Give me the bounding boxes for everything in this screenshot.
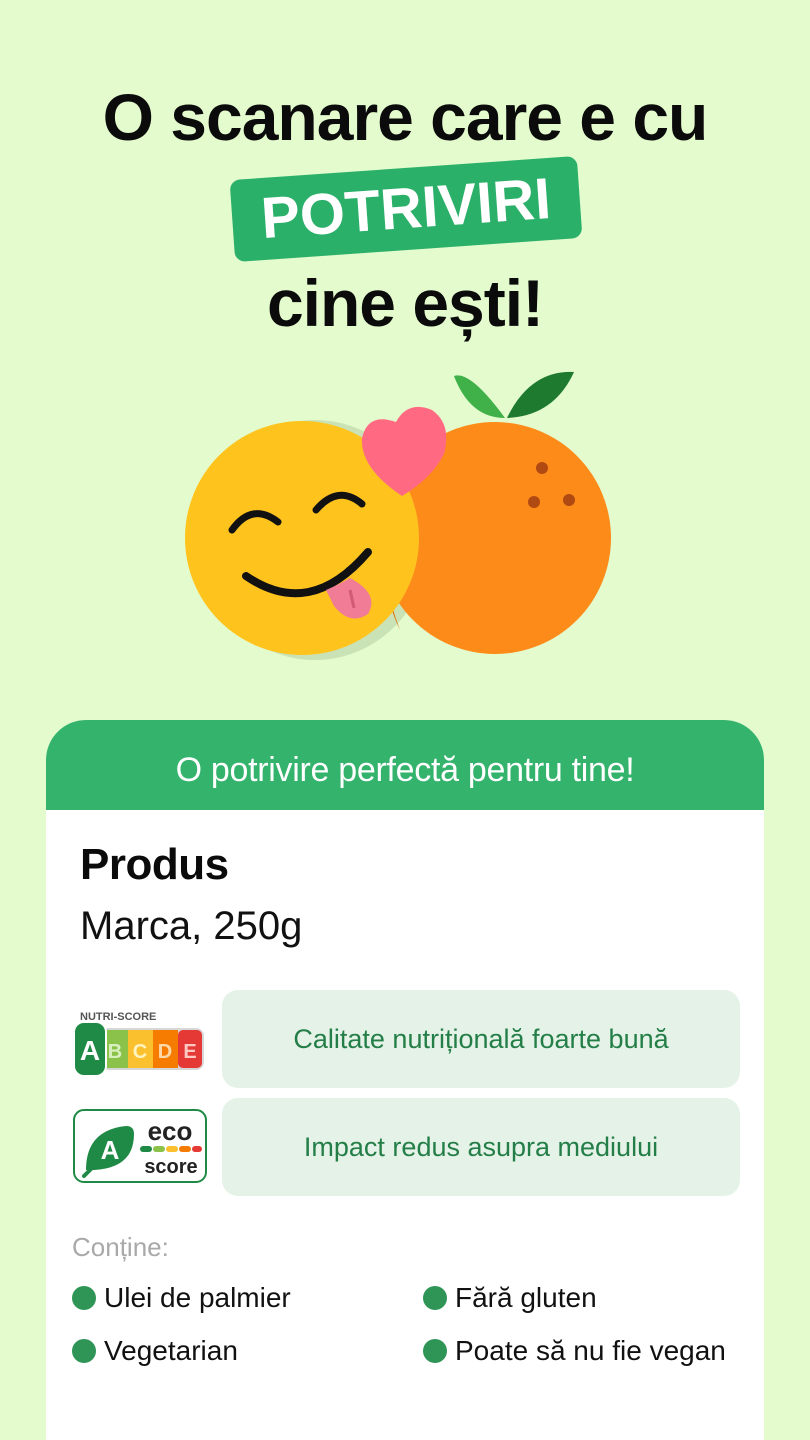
tag-label: Ulei de palmier (104, 1282, 291, 1313)
tag-label: Fără gluten (455, 1282, 597, 1313)
product-brand-weight: Marca, 250g (80, 904, 303, 948)
tag-vegetarian: Vegetarian (72, 1334, 238, 1368)
score-word: score (144, 1156, 197, 1178)
card-header-banner: O potrivire perfectă pentru tine! (46, 720, 764, 810)
tag-label: Poate să nu fie vegan (455, 1335, 726, 1366)
tag-fara-gluten: Fără gluten (423, 1281, 597, 1315)
product-name: Produs (80, 840, 229, 889)
tag-label: Vegetarian (104, 1335, 238, 1366)
headline-line-3: cine ești! (266, 266, 544, 340)
nutri-grade-e: E (183, 1041, 196, 1063)
nutri-grade-c: C (133, 1041, 147, 1063)
tag-dot-icon (72, 1286, 96, 1310)
headline-line-1: O scanare care e cu (102, 80, 709, 154)
tag-dot-icon (72, 1339, 96, 1363)
tag-poate-sa-nu-fie-vegan: Poate să nu fie vegan (423, 1334, 726, 1368)
tag-ulei-de-palmier: Ulei de palmier (72, 1281, 291, 1315)
headline-highlight-badge: POTRIVIRI (229, 155, 583, 263)
nutri-score-logo: NUTRI-SCORE A B C D E (72, 990, 208, 1088)
nutri-grade-d: D (158, 1041, 172, 1063)
tag-dot-icon (423, 1286, 447, 1310)
tag-dot-icon (423, 1339, 447, 1363)
nutri-grade-a: A (80, 1035, 100, 1066)
nutri-score-row: NUTRI-SCORE A B C D E Calitate nutrițion… (72, 990, 740, 1088)
nutri-score-description: Calitate nutrițională foarte bună (222, 990, 740, 1088)
headline: O scanare care e cu POTRIVIRI cine ești! (0, 78, 810, 342)
eco-score-description: Impact redus asupra mediului (222, 1098, 740, 1196)
nutri-grade-b: B (108, 1041, 122, 1063)
eco-word: eco (148, 1116, 193, 1146)
eco-score-row: A eco score Impact redus asupra mediului (72, 1098, 740, 1196)
smiley-orange-illustration (170, 360, 630, 680)
contains-label: Conține: (72, 1232, 169, 1262)
eco-score-logo: A eco score (72, 1098, 208, 1196)
product-card[interactable]: O potrivire perfectă pentru tine! Produs… (46, 720, 764, 1440)
eco-grade: A (101, 1135, 120, 1165)
